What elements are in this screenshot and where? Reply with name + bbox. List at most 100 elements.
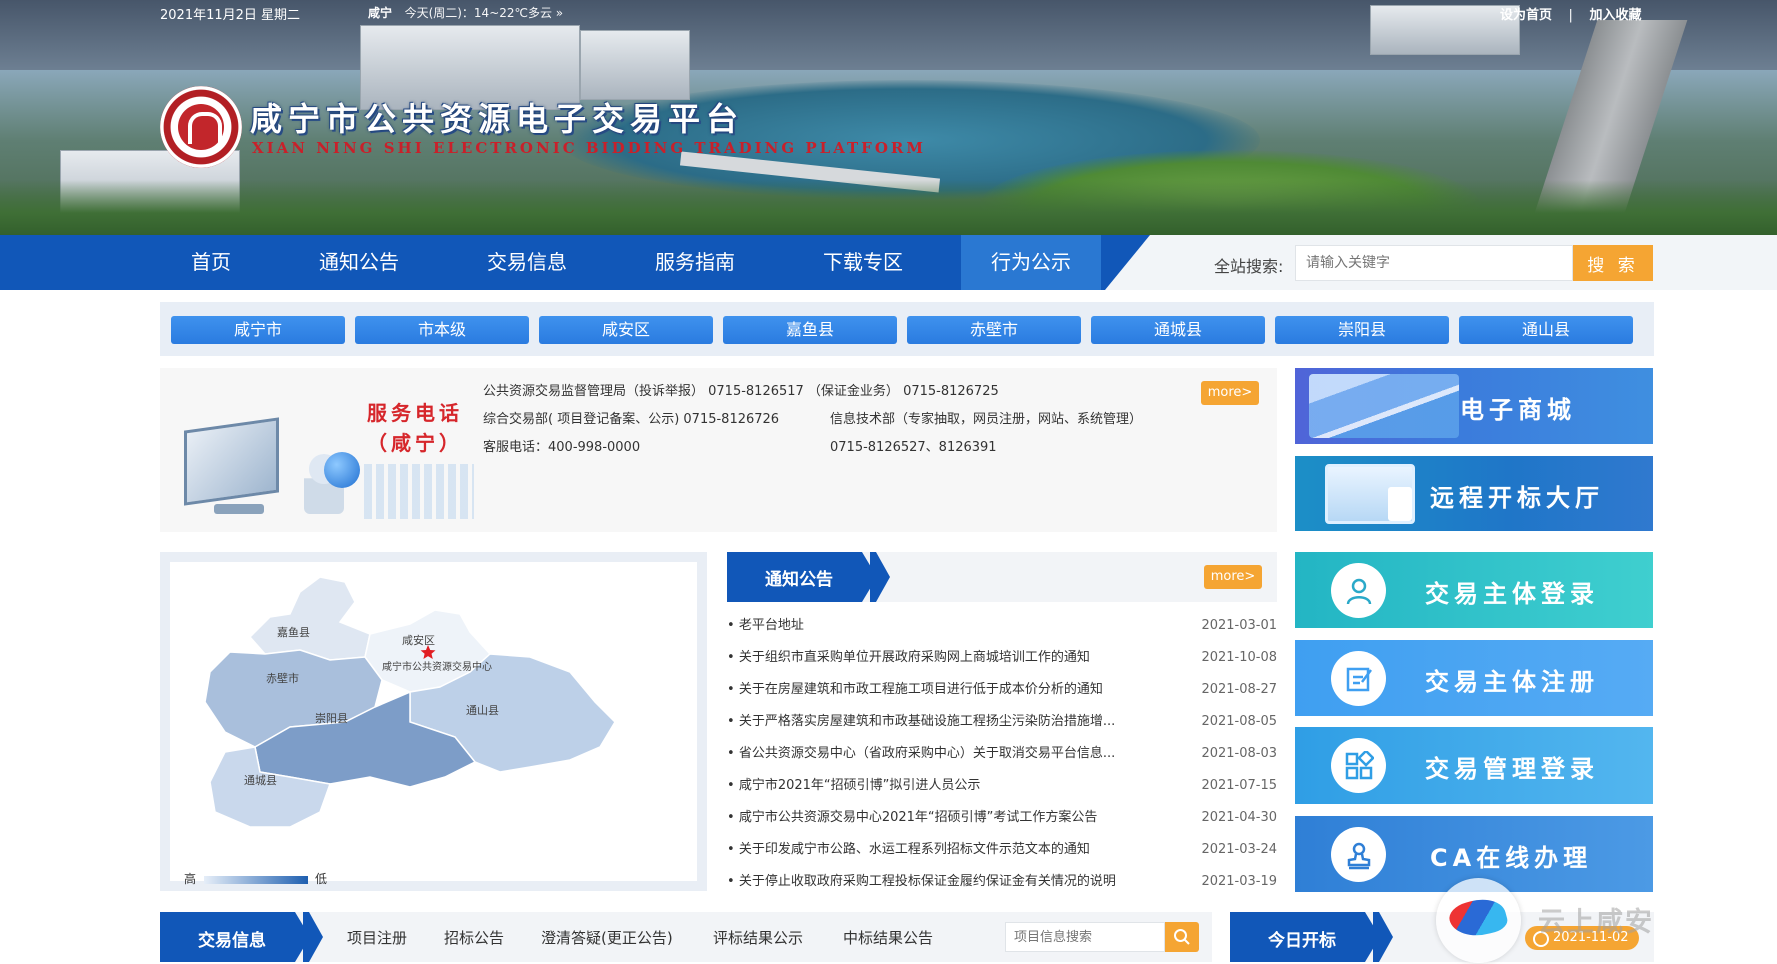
stamp-icon [1347, 842, 1371, 870]
nav-item-home[interactable]: 首页 [146, 235, 276, 290]
notice-item-date: 2021-07-15 [1201, 778, 1277, 793]
site-search-button[interactable]: 搜 索 [1573, 245, 1653, 281]
weather-info[interactable]: 咸宁 今天(周二)：14~22℃多云 » [368, 4, 563, 21]
notice-item-title[interactable]: 关于停止收取政府采购工程投标保证金履约保证金有关情况的说明 [727, 866, 1147, 898]
nav-item-service-guide[interactable]: 服务指南 [630, 235, 760, 290]
header-banner: 2021年11月2日 星期二 咸宁 今天(周二)：14~22℃多云 » 设为首页… [0, 0, 1777, 235]
notice-item-title[interactable]: 省公共资源交易中心（省政府采购中心）关于取消交易平台信息... [727, 738, 1147, 770]
phone-more-button[interactable]: more> [1201, 381, 1259, 405]
map-region-jiayu[interactable] [248, 576, 371, 661]
district-city-level[interactable]: 市本级 [355, 316, 529, 344]
top-bar: 2021年11月2日 星期二 咸宁 今天(周二)：14~22℃多云 » 设为首页… [0, 0, 1777, 26]
list-item[interactable]: 咸宁市公共资源交易中心2021年“招硕引博”考试工作方案公告 2021-04-30 [727, 802, 1277, 834]
nav-item-conduct-public[interactable]: 行为公示 [961, 235, 1101, 290]
edit-form-icon [1346, 667, 1372, 692]
e-mall-label: 电子商城 [1460, 396, 1576, 424]
map-legend-low: 低 [315, 872, 328, 886]
weather-text: 今天(周二)：14~22℃多云 » [404, 6, 564, 20]
computer-stand-icon [214, 504, 264, 514]
service-phone-title-line1: 服务电话 [367, 401, 463, 425]
map-label-xianan: 咸安区 [402, 634, 435, 647]
trade-info-title: 交易信息 [198, 931, 266, 951]
top-links-separator: | [1568, 8, 1573, 23]
tab-tender-notice[interactable]: 招标公告 [444, 927, 504, 948]
project-search-button[interactable] [1165, 922, 1199, 952]
notice-item-title[interactable]: 关于在房屋建筑和市政工程施工项目进行低于成本价分析的通知 [727, 674, 1147, 706]
phone-row-text: 客服电话：400-998-0000 [483, 440, 641, 455]
site-search-label: 全站搜索: [1214, 257, 1284, 276]
notice-item-date: 2021-03-19 [1201, 874, 1277, 889]
notice-item-title[interactable]: 咸宁市2021年“招硕引博”拟引进人员公示 [727, 770, 1147, 802]
nav-item-trade-info[interactable]: 交易信息 [462, 235, 592, 290]
list-item[interactable]: 关于在房屋建筑和市政工程施工项目进行低于成本价分析的通知 2021-08-27 [727, 674, 1277, 706]
notice-item-title[interactable]: 关于组织市直采购单位开展政府采购网上商城培训工作的通知 [727, 642, 1147, 674]
map-label-tongshan: 通山县 [466, 704, 499, 717]
today-opening-title: 今日开标 [1268, 931, 1336, 951]
site-subtitle: XIAN NING SHI ELECTRONIC BIDDING TRADING… [252, 139, 926, 157]
list-item[interactable]: 老平台地址 2021-03-01 [727, 610, 1277, 642]
banner-building [580, 30, 690, 100]
entity-login-button[interactable]: 交易主体登录 [1295, 552, 1653, 628]
tab-evaluation-result[interactable]: 评标结果公示 [713, 927, 803, 948]
district-map-box: 嘉鱼县 咸安区 咸宁市公共资源交易中心 赤壁市 崇阳县 通山县 通城县 高 低 [160, 552, 707, 891]
remote-bid-hall-banner[interactable]: 远程开标大厅 [1295, 456, 1653, 531]
notice-header: 通知公告 more> [727, 552, 1277, 602]
notice-item-title[interactable]: 咸宁市公共资源交易中心2021年“招硕引博”考试工作方案公告 [727, 802, 1147, 834]
grid-icon-circle [1331, 738, 1386, 793]
site-search-input[interactable] [1295, 245, 1573, 281]
list-item[interactable]: 咸宁市2021年“招硕引博”拟引进人员公示 2021-07-15 [727, 770, 1277, 802]
add-favorite-link[interactable]: 加入收藏 [1589, 8, 1641, 23]
e-mall-banner[interactable]: 电子商城 [1295, 368, 1653, 444]
project-search-input[interactable] [1005, 922, 1165, 952]
notice-item-date: 2021-03-24 [1201, 842, 1277, 857]
map-label-tongcheng: 通城县 [244, 774, 277, 787]
manage-login-button[interactable]: 交易管理登录 [1295, 727, 1653, 804]
service-phone-box: 服务电话 （咸宁） 公共资源交易监督管理局（投诉举报） 0715-8126517… [160, 368, 1277, 532]
phone-row-text-secondary: 0715-8126527、8126391 [830, 440, 997, 455]
user-icon [1346, 578, 1372, 605]
notice-item-date: 2021-10-08 [1201, 650, 1277, 665]
today-opening-tab-arrow [1373, 912, 1393, 962]
map-label-jiayu: 嘉鱼县 [277, 626, 310, 639]
district-xianning[interactable]: 咸宁市 [171, 316, 345, 344]
entity-login-label: 交易主体登录 [1425, 580, 1599, 608]
district-bar: 咸宁市 市本级 咸安区 嘉鱼县 赤壁市 通城县 崇阳县 通山县 [160, 302, 1654, 356]
list-item[interactable]: 关于组织市直采购单位开展政府采购网上商城培训工作的通知 2021-10-08 [727, 642, 1277, 674]
map-legend-high: 高 [184, 872, 197, 886]
tab-award-result[interactable]: 中标结果公告 [843, 927, 933, 948]
list-item[interactable]: 关于印发咸宁市公路、水运工程系列招标文件示范文本的通知 2021-03-24 [727, 834, 1277, 866]
set-home-link[interactable]: 设为首页 [1500, 8, 1552, 23]
district-tongcheng[interactable]: 通城县 [1091, 316, 1265, 344]
service-phone-lines: 公共资源交易监督管理局（投诉举报） 0715-8126517 （保证金业务） 0… [483, 378, 1142, 462]
notice-more-button[interactable]: more> [1204, 565, 1262, 589]
logo-emblem-icon [178, 104, 224, 150]
notice-item-title[interactable]: 关于严格落实房屋建筑和市政基础设施工程扬尘污染防治措施增... [727, 706, 1147, 738]
map-label-center: 咸宁市公共资源交易中心 [382, 662, 492, 673]
top-links: 设为首页 | 加入收藏 [1500, 4, 1641, 23]
list-item[interactable]: 关于严格落实房屋建筑和市政基础设施工程扬尘污染防治措施增... 2021-08-0… [727, 706, 1277, 738]
notice-item-date: 2021-04-30 [1201, 810, 1277, 825]
banner-trees [0, 180, 1777, 235]
nav-item-notices[interactable]: 通知公告 [294, 235, 424, 290]
notice-item-title[interactable]: 关于印发咸宁市公路、水运工程系列招标文件示范文本的通知 [727, 834, 1147, 866]
district-map-svg [204, 576, 616, 828]
district-chibi[interactable]: 赤壁市 [907, 316, 1081, 344]
list-item[interactable]: 关于停止收取政府采购工程投标保证金履约保证金有关情况的说明 2021-03-19 [727, 866, 1277, 898]
district-jiayu[interactable]: 嘉鱼县 [723, 316, 897, 344]
notice-item-date: 2021-03-01 [1201, 618, 1277, 633]
weather-city: 咸宁 [368, 6, 393, 20]
district-tongshan[interactable]: 通山县 [1459, 316, 1633, 344]
nav-item-downloads[interactable]: 下载专区 [798, 235, 928, 290]
district-chongyang[interactable]: 崇阳县 [1275, 316, 1449, 344]
stamp-icon-circle [1331, 827, 1386, 882]
tab-clarification[interactable]: 澄清答疑(更正公告) [541, 927, 673, 948]
phone-row-text: 综合交易部( 项目登记备案、公示) 0715-8126726 [483, 412, 780, 427]
tab-project-register[interactable]: 项目注册 [347, 927, 407, 948]
entity-register-button[interactable]: 交易主体注册 [1295, 640, 1653, 716]
notice-item-title[interactable]: 老平台地址 [727, 610, 1147, 642]
district-xianan[interactable]: 咸安区 [539, 316, 713, 344]
list-item[interactable]: 省公共资源交易中心（省政府采购中心）关于取消交易平台信息... 2021-08-0… [727, 738, 1277, 770]
site-logo[interactable] [160, 86, 242, 168]
remote-bid-hall-label: 远程开标大厅 [1430, 484, 1604, 512]
map-label-chibi: 赤壁市 [266, 672, 299, 685]
